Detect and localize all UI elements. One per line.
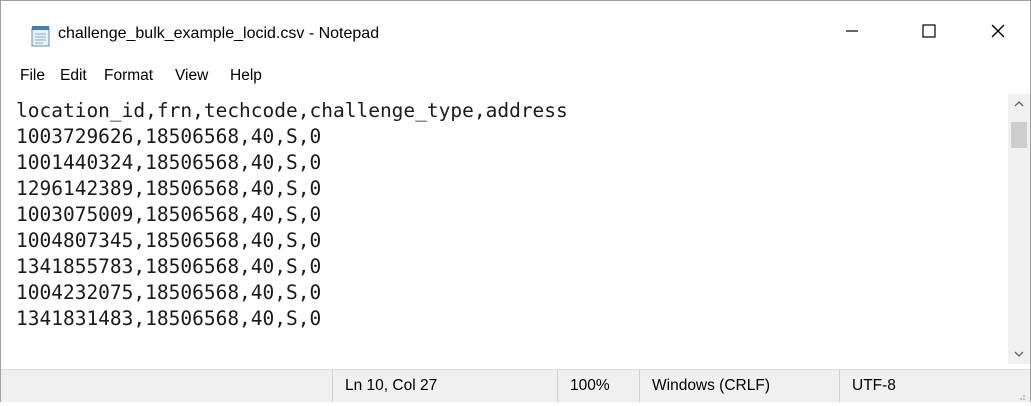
status-cursor-position: Ln 10, Col 27	[332, 370, 557, 402]
status-zoom: 100%	[557, 370, 639, 402]
close-button[interactable]	[973, 11, 1023, 55]
editor-line: 1341831483,18506568,40,S,0	[16, 307, 322, 330]
editor-line: 1001440324,18506568,40,S,0	[16, 151, 322, 174]
menu-format[interactable]: Format	[104, 67, 153, 85]
menu-bar: File Edit Format View Help	[1, 61, 1030, 93]
title-bar[interactable]: challenge_bulk_example_locid.csv - Notep…	[1, 1, 1030, 61]
scroll-down-button[interactable]	[1008, 344, 1030, 364]
window-title: challenge_bulk_example_locid.csv - Notep…	[58, 25, 380, 42]
close-icon	[990, 23, 1006, 44]
editor-line: 1004807345,18506568,40,S,0	[16, 229, 322, 252]
vertical-scrollbar[interactable]	[1008, 94, 1030, 364]
chevron-down-icon	[1014, 345, 1024, 363]
status-line-ending: Windows (CRLF)	[639, 370, 839, 402]
chevron-up-icon	[1014, 95, 1024, 113]
status-encoding: UTF-8	[839, 370, 1030, 402]
resize-grip-icon[interactable]	[1016, 388, 1026, 400]
editor-line: 1341855783,18506568,40,S,0	[16, 255, 322, 278]
minimize-button[interactable]	[827, 11, 877, 55]
maximize-button[interactable]	[904, 11, 954, 55]
menu-file[interactable]: File	[20, 67, 45, 85]
menu-view[interactable]: View	[175, 67, 208, 85]
notepad-window: challenge_bulk_example_locid.csv - Notep…	[0, 0, 1031, 402]
status-empty-cell	[1, 370, 332, 402]
status-bar: Ln 10, Col 27 100% Windows (CRLF) UTF-8	[1, 369, 1030, 402]
menu-help[interactable]: Help	[230, 67, 262, 85]
editor-line: 1004232075,18506568,40,S,0	[16, 281, 322, 304]
maximize-icon	[922, 23, 936, 43]
minimize-icon	[845, 24, 859, 43]
editor-line: location_id,frn,techcode,challenge_type,…	[16, 99, 568, 122]
scroll-thumb[interactable]	[1011, 122, 1027, 148]
scroll-up-button[interactable]	[1008, 94, 1030, 114]
text-editor-area[interactable]: location_id,frn,techcode,challenge_type,…	[10, 94, 1008, 364]
editor-line: 1296142389,18506568,40,S,0	[16, 177, 322, 200]
menu-edit[interactable]: Edit	[60, 67, 87, 85]
notepad-icon	[31, 25, 51, 47]
editor-line: 1003075009,18506568,40,S,0	[16, 203, 322, 226]
editor-line: 1003729626,18506568,40,S,0	[16, 125, 322, 148]
